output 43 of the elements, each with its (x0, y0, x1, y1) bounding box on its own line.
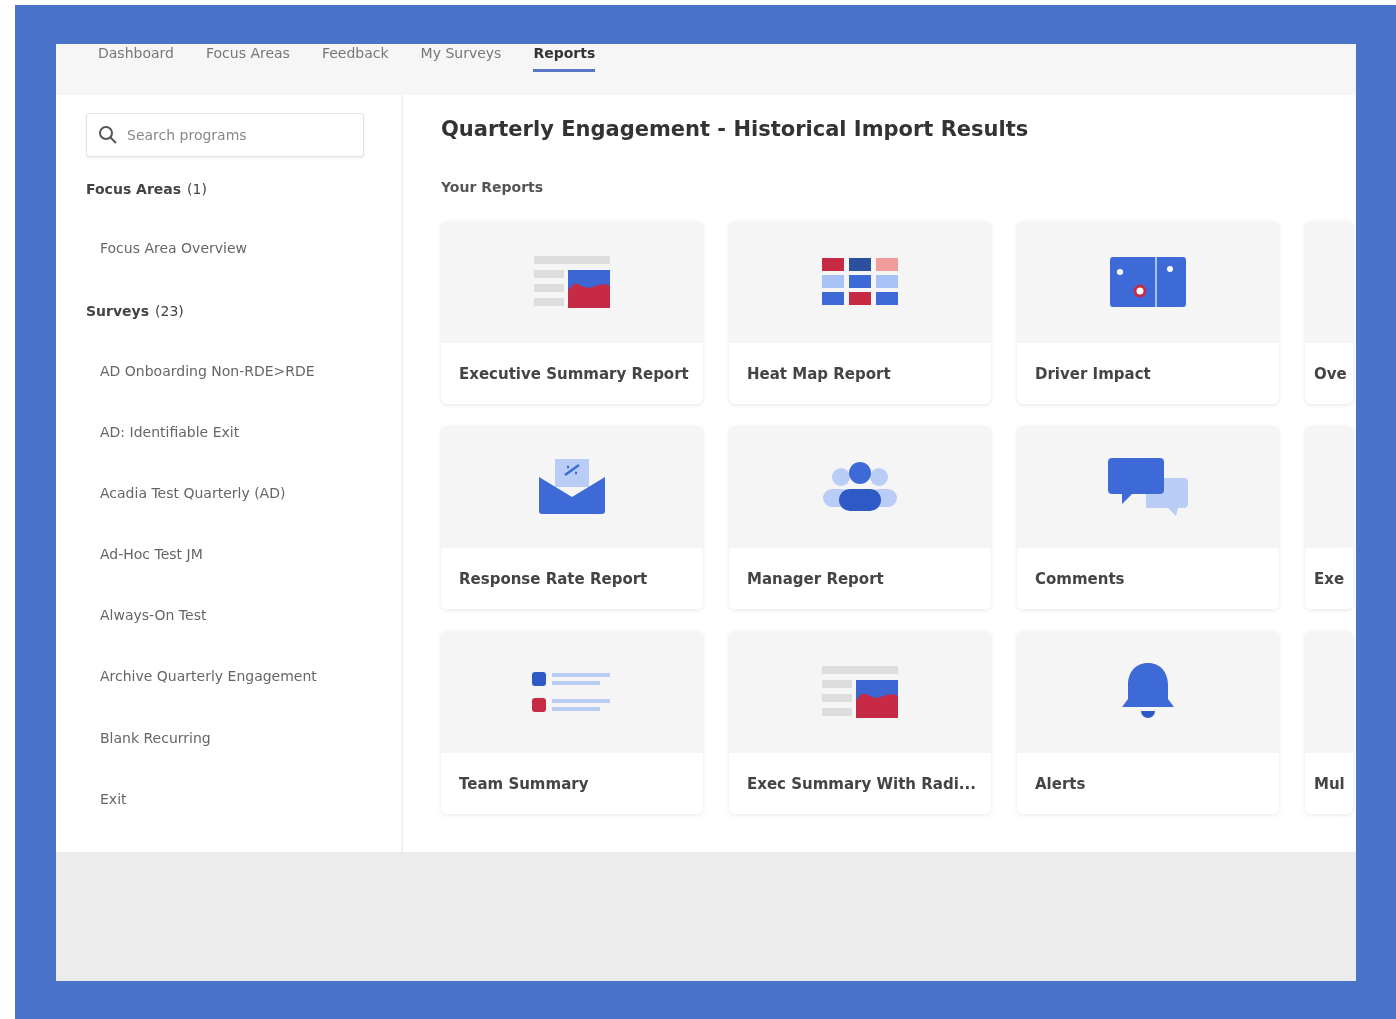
report-title: Comments (1034, 568, 1126, 590)
section-heading: Surveys (86, 303, 150, 320)
nav-tab[interactable]: My Surveys (420, 44, 502, 72)
section-count: (1) (187, 181, 207, 197)
nav-tab[interactable]: Focus Areas (205, 44, 290, 72)
report-title: Driver Impact (1034, 363, 1152, 385)
envelope-icon (539, 459, 605, 515)
quadrant-chart-icon (1110, 257, 1186, 307)
report-title: Executive Summary Report (458, 363, 690, 385)
sidebar-item[interactable]: Focus Area Overview (86, 240, 401, 302)
report-chart-icon (534, 256, 610, 308)
section-heading: Focus Areas (86, 181, 182, 197)
sidebar-item[interactable]: AD: Identifiable Exit (86, 423, 401, 485)
sidebar-item[interactable]: Archive Quarterly Engagement (86, 668, 401, 730)
search-icon (98, 125, 118, 145)
report-title: Alerts (1034, 773, 1087, 795)
report-title: Mul (1313, 773, 1346, 795)
report-title: Team Summary (458, 773, 590, 795)
section-count: (23) (155, 303, 184, 320)
chat-bubbles-icon (1108, 458, 1188, 516)
nav-tab[interactable]: Dashboard (98, 44, 174, 72)
search-field[interactable]: Search programs (86, 113, 364, 157)
report-chart-icon (822, 666, 898, 718)
sidebar-item[interactable]: AD Onboarding Non-RDE>RDE (86, 362, 401, 424)
section-title: Your Reports (441, 179, 545, 195)
sidebar-item[interactable]: Always-On Test (86, 607, 401, 669)
page-title: Quarterly Engagement - Historical Import Results (441, 117, 1030, 141)
heatmap-icon (822, 258, 898, 306)
nav-tab[interactable]: Reports (533, 44, 596, 72)
list-icon (532, 670, 612, 714)
people-icon (823, 461, 897, 513)
sidebar-item[interactable]: Exit (86, 790, 401, 852)
report-title: Response Rate Report (458, 568, 649, 590)
report-title: Exec Summary With Radi... (746, 773, 977, 795)
report-title: Exe (1313, 568, 1346, 590)
nav-tab[interactable]: Feedback (321, 44, 389, 72)
sidebar-item[interactable]: Ad-Hoc Test JM (86, 546, 401, 608)
report-title: Heat Map Report (746, 363, 892, 385)
report-title: Ove (1313, 363, 1348, 385)
sidebar-item[interactable]: Acadia Test Quarterly (AD) (86, 484, 401, 547)
sidebar-item[interactable]: Blank Recurring (86, 729, 401, 791)
bell-icon (1122, 663, 1174, 721)
report-title: Manager Report (746, 568, 885, 590)
